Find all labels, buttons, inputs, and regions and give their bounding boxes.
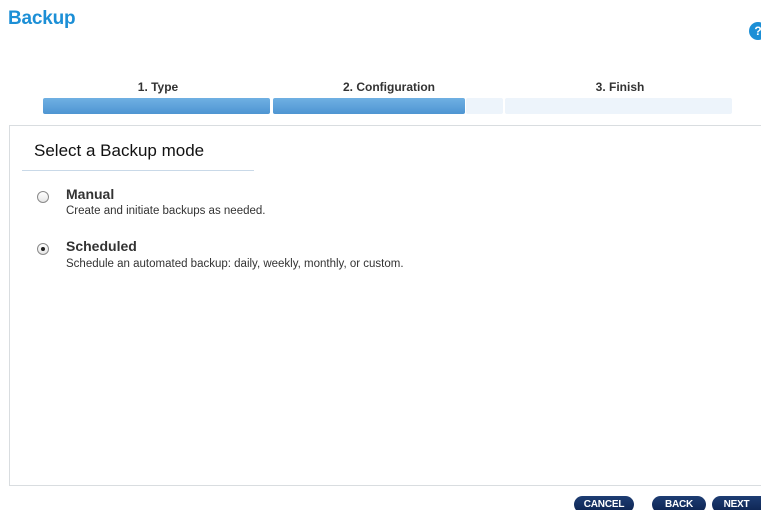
radio-manual[interactable] [37,191,49,203]
option-scheduled-description: Schedule an automated backup: daily, wee… [66,258,404,270]
step-bar-configuration-remaining [466,98,503,114]
option-manual-description: Create and initiate backups as needed. [66,205,266,217]
back-button[interactable]: BACK [652,496,706,510]
cancel-button[interactable]: CANCEL [574,496,634,510]
section-divider [22,170,254,171]
step-label-finish: 3. Finish [595,80,645,94]
radio-selected-dot [41,247,45,251]
help-icon[interactable]: ? [749,22,761,40]
step-bar-configuration-filled [273,98,465,114]
option-manual-title[interactable]: Manual [66,186,114,202]
next-button[interactable]: NEXT [712,496,761,510]
radio-scheduled[interactable] [37,243,49,255]
option-scheduled-title[interactable]: Scheduled [66,238,137,254]
content-panel [9,125,761,486]
step-bar-finish [505,98,732,114]
step-label-configuration: 2. Configuration [343,80,435,94]
step-bar-type [43,98,270,114]
page-title: Backup [8,8,76,29]
step-label-type: 1. Type [137,80,179,94]
section-title: Select a Backup mode [34,141,205,160]
